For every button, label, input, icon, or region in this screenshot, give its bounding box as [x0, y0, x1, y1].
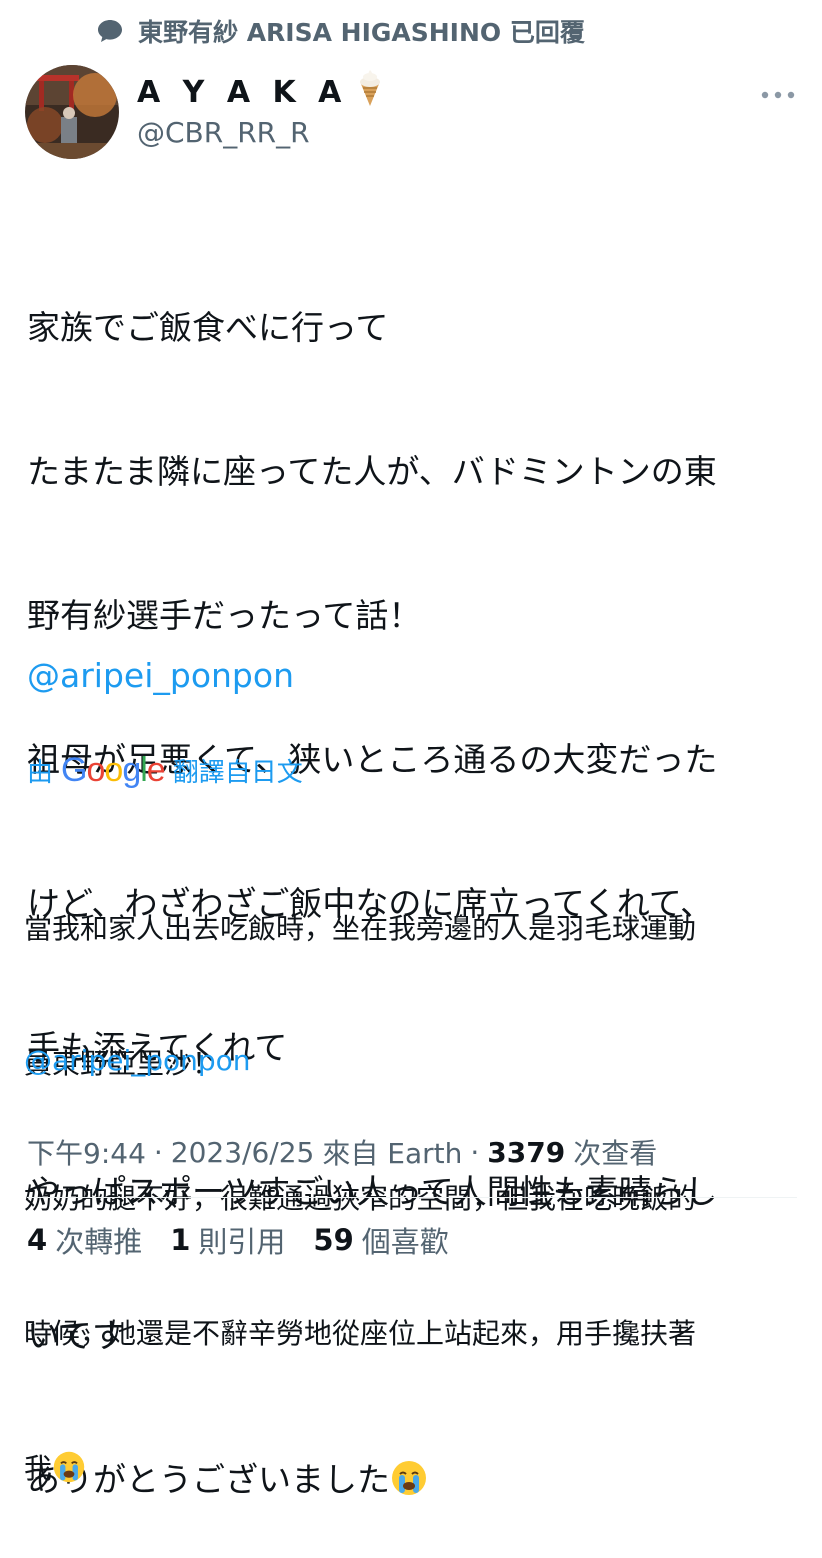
- reply-context-text: 東野有紗 ARISA HIGASHINO 已回覆: [138, 18, 585, 47]
- more-options-button[interactable]: [758, 78, 798, 108]
- translation-attribution[interactable]: 由 Google 翻譯自日文: [27, 748, 303, 792]
- comment-icon: [96, 17, 124, 45]
- translation-line: 當我和家人出去吃飯時，坐在我旁邊的人是羽毛球運動: [24, 912, 697, 945]
- likes-count[interactable]: 59: [313, 1223, 353, 1257]
- likes-label[interactable]: 個喜歡: [362, 1219, 449, 1261]
- views-count: 3379: [487, 1135, 566, 1169]
- author-handle[interactable]: @CBR_RR_R: [137, 112, 310, 152]
- avatar[interactable]: [25, 65, 119, 159]
- tweet-source: 來自 Earth: [322, 1137, 463, 1170]
- tweet-line: 家族でご飯食べに行って: [27, 308, 389, 347]
- crying-face-icon: [52, 1450, 86, 1497]
- tweet-time[interactable]: 下午9:44: [27, 1132, 146, 1172]
- translation-prefix: 由: [27, 757, 54, 788]
- engagement-stats: 4 次轉推 1 則引用 59 個喜歡: [27, 1218, 449, 1262]
- translation-line: 奶奶的腿不好，很難通過狹窄的空間，但我在吃晚飯的: [24, 1182, 697, 1215]
- tweet-line: 野有紗選手だったって話！: [27, 596, 422, 635]
- reply-context[interactable]: 東野有紗 ARISA HIGASHINO 已回覆: [96, 14, 585, 48]
- translation-line-text: 我: [24, 1452, 53, 1485]
- translation-line: 時候，她還是不辭辛勞地從座位上站起來，用手攙扶著: [24, 1317, 697, 1350]
- retweets-label[interactable]: 次轉推: [55, 1219, 142, 1261]
- tweet-meta: 下午9:44 · 2023/6/25 來自 Earth · 3379 次查看: [27, 1130, 657, 1174]
- translation-line-last: 我: [24, 1446, 804, 1497]
- separator-dot: ·: [470, 1135, 480, 1169]
- display-name-text: A Y A K A: [137, 74, 348, 110]
- google-logo: Google: [61, 750, 166, 789]
- translation-suffix: 翻譯自日文: [172, 757, 303, 788]
- display-name[interactable]: A Y A K A: [137, 69, 383, 115]
- separator-dot: ·: [153, 1135, 163, 1169]
- tweet-line: たまたま隣に座ってた人が、バドミントンの東: [27, 452, 717, 491]
- divider: [27, 1197, 797, 1198]
- quotes-count[interactable]: 1: [170, 1223, 190, 1257]
- ice-cream-icon: [357, 69, 383, 115]
- views-label: 次查看: [573, 1137, 658, 1170]
- translated-text: 當我和家人出去吃飯時，坐在我旁邊的人是羽毛球運動 員東野亞里沙！ 奶奶的腿不好，…: [24, 816, 804, 1542]
- quotes-label[interactable]: 則引用: [198, 1219, 285, 1261]
- mention-link[interactable]: @aripei_ponpon: [27, 652, 294, 700]
- retweets-count[interactable]: 4: [27, 1223, 47, 1257]
- more-icon: [761, 84, 795, 103]
- mention-link[interactable]: @aripei_ponpon: [24, 1038, 251, 1083]
- tweet-date[interactable]: 2023/6/25: [171, 1136, 315, 1169]
